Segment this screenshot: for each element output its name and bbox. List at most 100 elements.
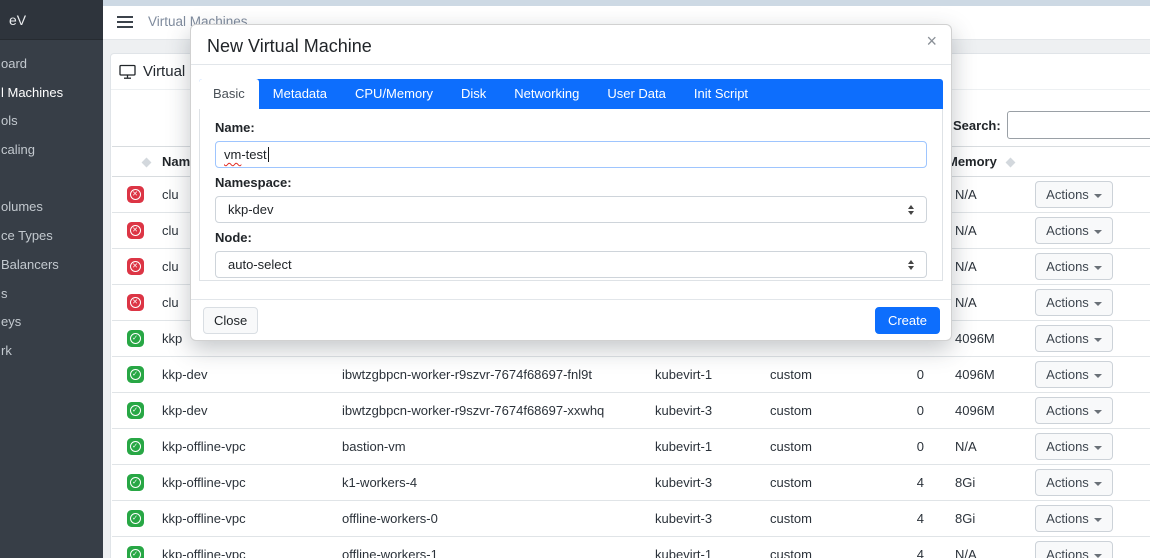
- sidebar-item[interactable]: rk: [0, 337, 103, 366]
- vm-name-value-rest: -test: [241, 147, 267, 162]
- actions-dropdown-button[interactable]: Actions: [1035, 433, 1113, 460]
- caret-down-icon: [1093, 229, 1102, 234]
- modal-tab[interactable]: Metadata: [259, 79, 341, 109]
- sidebar-item[interactable]: ce Types: [0, 222, 103, 251]
- status-icon: ✓: [126, 474, 144, 492]
- actions-cell: Actions: [1016, 320, 1132, 357]
- caret-down-icon: [1093, 409, 1102, 414]
- status-icon: ✕: [126, 294, 144, 312]
- table-row: ✓ kkp-offline-vpc bastion-vm kubevirt-1 …: [112, 428, 1150, 465]
- modal-tab[interactable]: Networking: [500, 79, 593, 109]
- basic-tab-panel: Name: vm -test Namespace: kkp-dev Node: a…: [199, 109, 943, 281]
- table-row: ✓ kkp-dev ibwtzgbpcn-worker-r9szvr-7674f…: [112, 356, 1150, 393]
- status-cell: ✓: [112, 320, 158, 357]
- status-cell: ✓: [112, 464, 158, 501]
- namespace-select[interactable]: kkp-dev: [215, 196, 927, 223]
- caret-down-icon: [1093, 301, 1102, 306]
- modal-tab[interactable]: CPU/Memory: [341, 79, 447, 109]
- actions-dropdown-button[interactable]: Actions: [1035, 541, 1113, 558]
- actions-cell: Actions: [1016, 464, 1132, 501]
- name-cell: offline-workers-1: [338, 536, 651, 558]
- sidebar-item[interactable]: oard: [0, 50, 103, 79]
- node-cell: kubevirt-1: [651, 536, 762, 558]
- select-updown-icon: [908, 259, 914, 270]
- table-row: ✓ kkp-offline-vpc k1-workers-4 kubevirt-…: [112, 464, 1150, 501]
- sidebar-item[interactable]: ols: [0, 107, 103, 136]
- actions-dropdown-button[interactable]: Actions: [1035, 505, 1113, 532]
- actions-dropdown-button[interactable]: Actions: [1035, 469, 1113, 496]
- namespace-cell: kkp-dev: [158, 392, 338, 429]
- modal-tab[interactable]: Basic: [199, 79, 259, 109]
- text-cursor: [267, 147, 269, 162]
- modal-tab[interactable]: Init Script: [680, 79, 762, 109]
- sidebar-item[interactable]: [0, 165, 103, 194]
- status-cell: ✕: [112, 212, 158, 249]
- actions-dropdown-button[interactable]: Actions: [1035, 253, 1113, 280]
- status-cell: ✓: [112, 536, 158, 558]
- table-row: ✓ kkp-offline-vpc offline-workers-0 kube…: [112, 500, 1150, 537]
- memory-cell: 8Gi: [924, 500, 1016, 537]
- status-cell: ✓: [112, 428, 158, 465]
- name-field-label: Name:: [215, 120, 255, 135]
- hamburger-menu-icon[interactable]: [117, 16, 133, 31]
- node-select[interactable]: auto-select: [215, 251, 927, 278]
- status-column-header[interactable]: [112, 146, 158, 177]
- filler-column-header: [1132, 146, 1150, 177]
- cpu-cell: 0: [862, 392, 924, 429]
- sidebar-item[interactable]: s: [0, 280, 103, 309]
- instance-type-cell: custom: [762, 356, 862, 393]
- modal-tab[interactable]: User Data: [593, 79, 680, 109]
- modal-tab-bar: Basic Metadata CPU/Memory Disk Networkin…: [199, 79, 943, 109]
- sort-icon: [1005, 157, 1016, 168]
- sidebar: eV oard l Machines ols caling olumes ce …: [0, 0, 103, 558]
- memory-cell: N/A: [924, 428, 1016, 465]
- actions-cell: Actions: [1016, 177, 1132, 213]
- caret-down-icon: [1093, 517, 1102, 522]
- caret-down-icon: [1093, 373, 1102, 378]
- memory-cell: 8Gi: [924, 464, 1016, 501]
- sidebar-item[interactable]: olumes: [0, 193, 103, 222]
- sidebar-item[interactable]: l Machines: [0, 79, 103, 108]
- actions-dropdown-button[interactable]: Actions: [1035, 325, 1113, 352]
- node-select-value: auto-select: [228, 257, 292, 272]
- instance-type-cell: custom: [762, 464, 862, 501]
- vm-name-value-misspelled: vm: [224, 147, 242, 162]
- select-updown-icon: [908, 204, 914, 215]
- caret-down-icon: [1093, 445, 1102, 450]
- memory-cell: N/A: [924, 536, 1016, 558]
- cpu-cell: 0: [862, 356, 924, 393]
- actions-dropdown-button[interactable]: Actions: [1035, 289, 1113, 316]
- modal-title: New Virtual Machine: [207, 36, 372, 56]
- sort-icon: [141, 157, 152, 168]
- status-icon: ✓: [126, 438, 144, 456]
- node-field-label: Node:: [215, 230, 252, 245]
- search-input[interactable]: [1007, 111, 1150, 139]
- actions-dropdown-button[interactable]: Actions: [1035, 361, 1113, 388]
- actions-dropdown-button[interactable]: Actions: [1035, 217, 1113, 244]
- close-button[interactable]: Close: [203, 307, 259, 334]
- status-icon: ✓: [126, 402, 144, 420]
- sidebar-item[interactable]: Balancers: [0, 251, 103, 280]
- modal-tab[interactable]: Disk: [447, 79, 500, 109]
- vm-name-input[interactable]: vm -test: [215, 141, 927, 168]
- modal-footer: Close Create: [191, 299, 951, 340]
- create-button[interactable]: Create: [874, 307, 940, 334]
- actions-cell: Actions: [1016, 356, 1132, 393]
- namespace-cell: kkp-offline-vpc: [158, 428, 338, 465]
- actions-cell: Actions: [1016, 284, 1132, 321]
- status-cell: ✕: [112, 248, 158, 285]
- node-cell: kubevirt-1: [651, 428, 762, 465]
- actions-dropdown-button[interactable]: Actions: [1035, 397, 1113, 424]
- sidebar-item[interactable]: caling: [0, 136, 103, 165]
- modal-header: New Virtual Machine ×: [191, 25, 951, 65]
- actions-dropdown-button[interactable]: Actions: [1035, 181, 1113, 208]
- actions-cell: Actions: [1016, 248, 1132, 285]
- close-icon[interactable]: ×: [926, 31, 937, 52]
- search-label: Search:: [953, 118, 1001, 133]
- memory-cell: 4096M: [924, 356, 1016, 393]
- caret-down-icon: [1093, 337, 1102, 342]
- sidebar-item[interactable]: eys: [0, 308, 103, 337]
- status-icon: ✓: [126, 546, 144, 558]
- node-cell: kubevirt-3: [651, 392, 762, 429]
- actions-cell: Actions: [1016, 536, 1132, 558]
